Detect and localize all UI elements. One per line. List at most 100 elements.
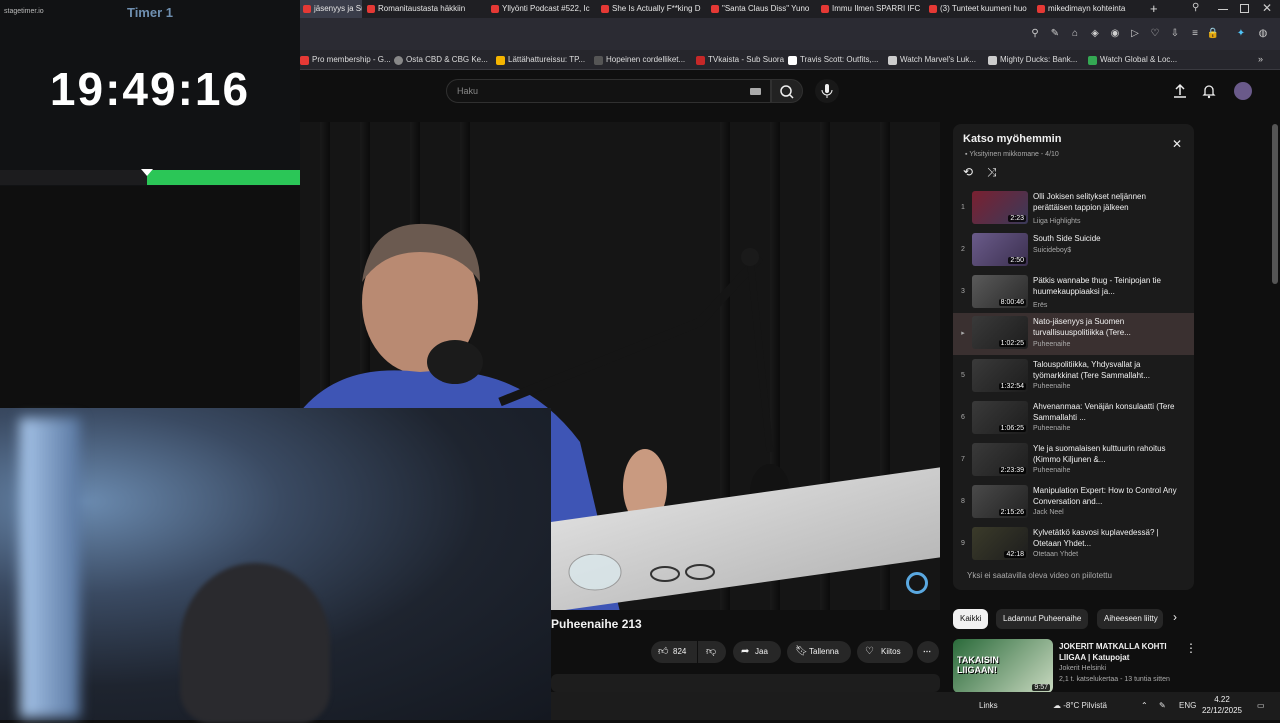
playlist-item[interactable]: 7 2:23:39 Yle ja suomalaisen kulttuurin … (953, 440, 1194, 482)
timer-overlay: stagetimer.io Timer 1 19:49:16 (0, 0, 300, 186)
browser-tab[interactable]: (3) Tunteet kuumeni huo (926, 0, 1030, 18)
chip-all[interactable]: Kaikki (953, 609, 989, 629)
bookmarks-bar: Pro membership - G... Osta CBD & CBG Ke.… (300, 50, 1280, 70)
thanks-button[interactable]: ♡ Kiitos (857, 641, 913, 663)
home-icon[interactable]: ⌂ (1068, 27, 1082, 41)
recommended-title[interactable]: JOKERIT MATKALLA KOHTI LIIGAA | Katupoja… (1059, 641, 1177, 663)
playlist-item[interactable]: 9 42:18 Kylvetätkö kasvosi kuplavedessä?… (953, 524, 1194, 566)
lock-icon[interactable]: 🔒 (1206, 27, 1220, 41)
bookmark-icon: 🔖︎ (795, 646, 808, 657)
address-bar[interactable]: ⚲ ✎ ⌂ ◈ ◉ ▷ ♡ ⇩ ≡ 🔒 ✦ ◍ (300, 18, 1280, 50)
share-icon: ➦ (741, 646, 750, 657)
voice-search-button[interactable] (815, 79, 839, 103)
browser-tab[interactable]: jäsenyys ja Suo (300, 0, 362, 18)
maximize-icon[interactable] (1240, 4, 1249, 13)
loop-icon[interactable]: ⟲ (963, 165, 973, 179)
bookmark[interactable]: Watch Global & Loc... (1088, 50, 1177, 70)
playlist-item[interactable]: 2 2:50 South Side Suicide Suicideboy$ (953, 230, 1194, 272)
more-actions-button[interactable]: ⋯ (917, 641, 939, 663)
weather-widget[interactable]: ☁ -8°C Pilvistä (1053, 692, 1107, 720)
youtube-icon (491, 5, 499, 13)
notification-center-icon[interactable]: ▭ (1257, 692, 1265, 720)
upload-icon (1174, 83, 1186, 98)
notifications-button[interactable] (1201, 83, 1217, 99)
search-input[interactable]: Haku (446, 79, 771, 103)
youtube-icon (601, 5, 609, 13)
browser-tab[interactable]: She Is Actually F**king D (598, 0, 704, 18)
like-button[interactable]: 👍︎ 824 (651, 641, 697, 663)
upload-button[interactable] (1172, 83, 1188, 99)
hidden-videos-note: Yksi ei saatavilla oleva video on piilot… (967, 571, 1112, 580)
bookmark-icon (394, 56, 403, 65)
timer-progress-marker (141, 169, 153, 176)
more-vert-icon[interactable]: ⋮ (1185, 641, 1197, 655)
close-playlist-icon[interactable]: ✕ (1172, 137, 1182, 151)
bookmark-icon (788, 56, 797, 65)
save-button[interactable]: 🔖︎ Tallenna (787, 641, 851, 663)
search-button[interactable] (771, 79, 803, 103)
bookmark[interactable]: Osta CBD & CBG Ke... (394, 50, 488, 70)
profile-icon[interactable]: ◍ (1256, 27, 1270, 41)
links-toolbar[interactable]: Links (979, 692, 998, 720)
bookmark[interactable]: Lättähattureissu: TP... (496, 50, 585, 70)
browser-tab[interactable]: Immu Ilmen SPARRI IFC (818, 0, 922, 18)
bookmark[interactable]: TVkaista - Sub Suora (696, 50, 784, 70)
play-icon[interactable]: ▷ (1128, 27, 1142, 41)
recommended-thumbnail[interactable]: TAKAISIN LIIGAAN! 9:57 (953, 639, 1053, 693)
download-icon[interactable]: ⇩ (1168, 27, 1182, 41)
playlist-item[interactable]: 5 1:32:54 Talouspolitiikka, Yhdysvallat … (953, 356, 1194, 398)
more-icon: ⋯ (923, 647, 931, 656)
bookmark[interactable]: Watch Marvel's Luk... (888, 50, 976, 70)
browser-tab[interactable]: Yllyönti Podcast #522, Ic (488, 0, 594, 18)
close-window-icon[interactable]: ✕ (1262, 1, 1272, 15)
scrollbar-thumb[interactable] (1272, 124, 1278, 284)
edit-icon[interactable]: ✎ (1048, 27, 1062, 41)
youtube-icon (1037, 5, 1045, 13)
playlist-item[interactable]: 8 2:15:26 Manipulation Expert: How to Co… (953, 482, 1194, 524)
extension-logo-icon[interactable]: ✦ (1234, 27, 1248, 41)
new-tab-icon[interactable]: + (1150, 1, 1158, 16)
bookmark[interactable]: Travis Scott: Outfits,... (788, 50, 878, 70)
tray-chevron-icon[interactable]: ⌃ (1141, 692, 1148, 720)
browser-tab[interactable]: Romanitaustasta häkkiin (364, 0, 478, 18)
avatar[interactable] (1234, 82, 1252, 100)
bookmark[interactable]: Pro membership - G... (300, 50, 391, 70)
browser-tab[interactable]: "Santa Claus Diss" Yuno (708, 0, 814, 18)
playlist-panel: Katso myöhemmin ▪ Yksityinen mikkomane -… (953, 124, 1194, 590)
share-button[interactable]: ➦ Jaa (733, 641, 781, 663)
keyboard-icon[interactable] (750, 88, 761, 95)
browser-tab[interactable]: mikedimayn kohteinta (1034, 0, 1146, 18)
pen-icon[interactable]: ✎ (1159, 692, 1166, 720)
minimize-icon[interactable] (1218, 9, 1228, 10)
description-box[interactable] (551, 674, 940, 692)
search-icon[interactable]: ⚲ (1028, 27, 1042, 41)
playlist-title[interactable]: Katso myöhemmin (963, 133, 1061, 145)
chip-related[interactable]: Aiheeseen liitty (1097, 609, 1163, 629)
dislike-button[interactable]: 👎︎ (698, 641, 726, 663)
bookmark[interactable]: Hopeinen cordelliket... (594, 50, 685, 70)
clock[interactable]: 4.22 22/12/2025 (1197, 694, 1247, 716)
shuffle-icon[interactable]: ⤨ (987, 165, 997, 180)
menu-icon[interactable]: ≡ (1188, 27, 1202, 41)
playlist-item[interactable]: 3 8:00:46 Pätkis wannabe thug - Teinipoj… (953, 272, 1194, 314)
recommended-channel[interactable]: Jokerit Helsinki (1059, 665, 1106, 672)
chevron-right-icon[interactable]: › (1173, 610, 1177, 624)
chip-channel[interactable]: Ladannut Puheenaihe (996, 609, 1089, 629)
video-thumbnail: 2:23:39 (972, 443, 1028, 476)
bookmark-icon (888, 56, 897, 65)
channel-watermark-icon[interactable] (906, 572, 928, 594)
bookmark[interactable]: Mighty Ducks: Bank... (988, 50, 1077, 70)
playlist-item-active[interactable]: ▸ 1:02:25 Nato-jäsenyys ja Suomen turval… (953, 313, 1194, 355)
playlist-item[interactable]: 1 2:23 Olli Jokisen selitykset neljännen… (953, 188, 1194, 230)
more-bookmarks-icon[interactable]: » (1258, 54, 1263, 64)
language-indicator[interactable]: ENG (1179, 692, 1196, 720)
youtube-icon (367, 5, 375, 13)
shield-icon[interactable]: ◈ (1088, 27, 1102, 41)
extension-icon[interactable]: ◉ (1108, 27, 1122, 41)
youtube-icon (821, 5, 829, 13)
heart-icon[interactable]: ♡ (1148, 27, 1162, 41)
playlist-item[interactable]: 6 1:06:25 Ahvenanmaa: Venäjän konsulaatt… (953, 398, 1194, 440)
webcam-overlay (0, 408, 551, 723)
timer-title: Timer 1 (126, 5, 173, 20)
search-tabs-icon[interactable]: ⚲ (1192, 2, 1199, 13)
